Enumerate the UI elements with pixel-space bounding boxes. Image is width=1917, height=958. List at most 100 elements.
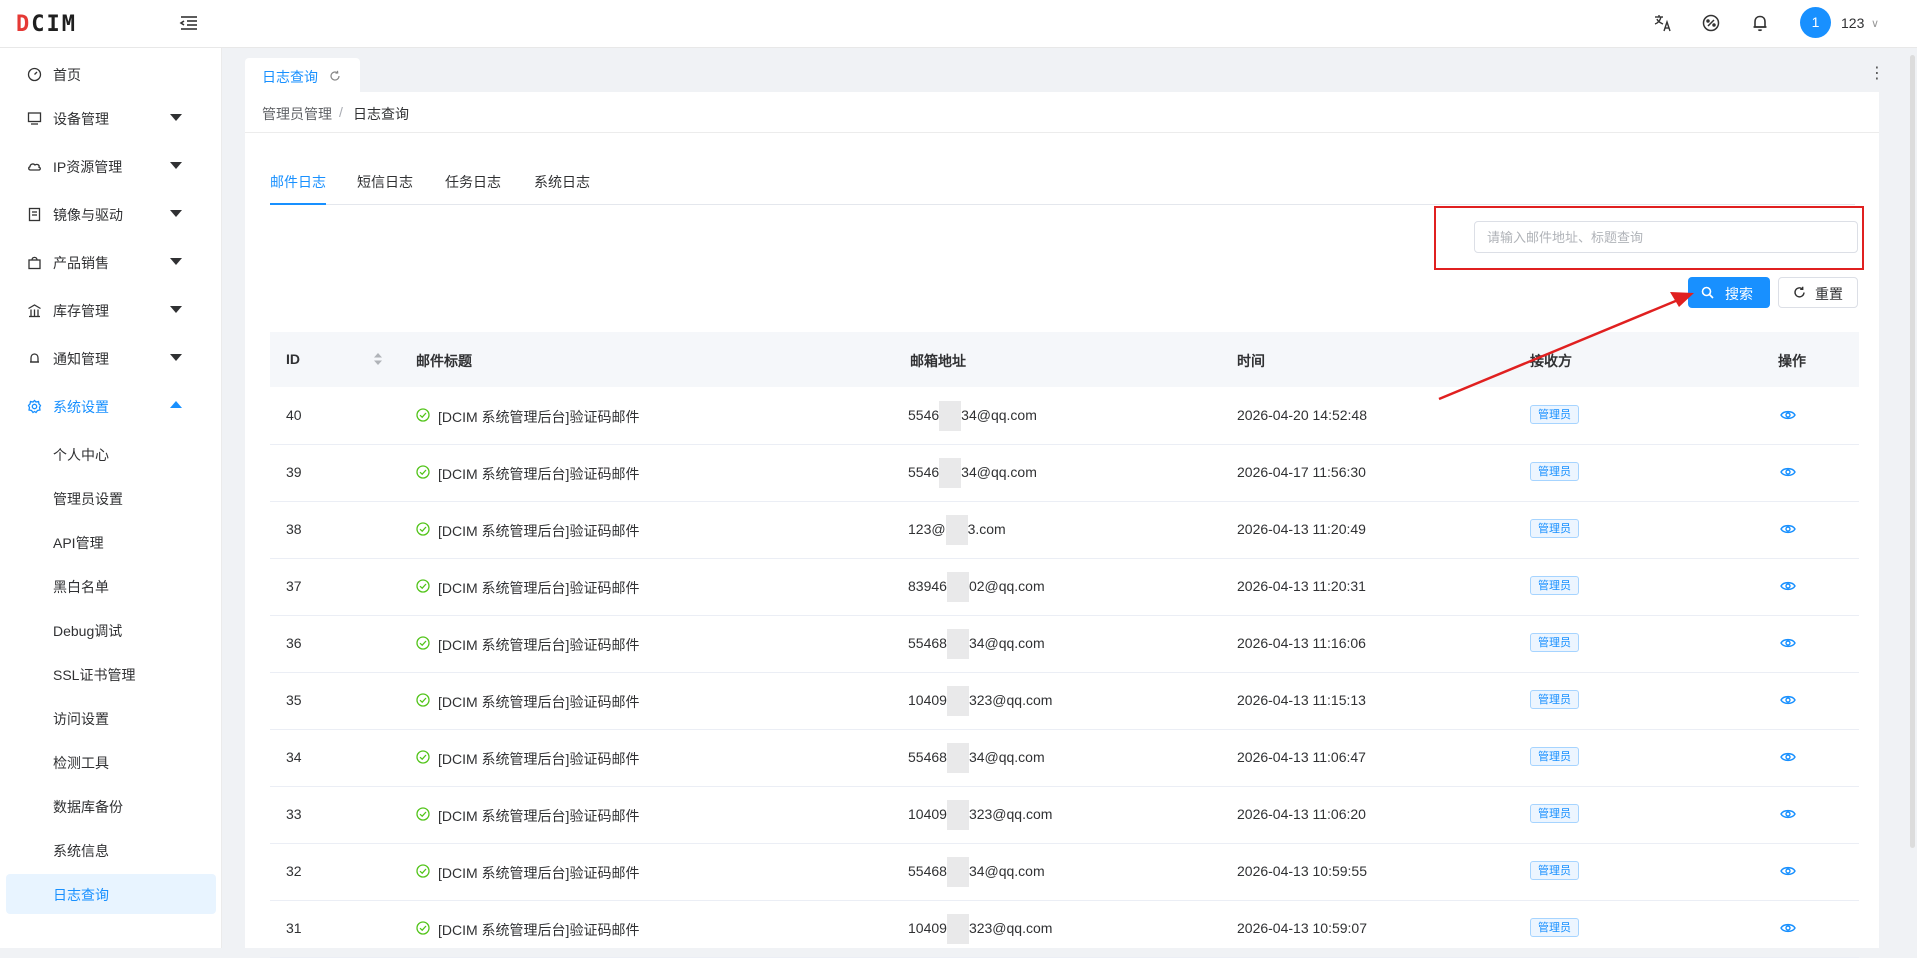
sidebar-item-label: 库存管理 bbox=[53, 303, 109, 319]
sidebar-subitem-ssl[interactable]: SSL证书管理 bbox=[0, 654, 221, 694]
eye-icon[interactable] bbox=[1780, 409, 1796, 421]
table-row: 40 [DCIM 系统管理后台]验证码邮件 5546 34@qq.com 2026-04… bbox=[270, 387, 1859, 445]
cell-title: [DCIM 系统管理后台]验证码邮件 bbox=[438, 637, 640, 653]
cell-time: 2026-04-13 11:20:31 bbox=[1237, 578, 1366, 594]
check-circle-icon bbox=[416, 636, 430, 650]
cell-time: 2026-04-13 11:06:47 bbox=[1237, 749, 1366, 765]
eye-icon[interactable] bbox=[1780, 808, 1796, 820]
sidebar-subitem-debug[interactable]: Debug调试 bbox=[0, 610, 221, 650]
eye-icon[interactable] bbox=[1780, 523, 1796, 535]
sidebar-item-inventory[interactable]: 库存管理 bbox=[0, 290, 221, 330]
eye-icon[interactable] bbox=[1780, 922, 1796, 934]
menu-collapse-icon[interactable] bbox=[178, 12, 200, 34]
shop-icon bbox=[28, 256, 41, 270]
sidebar-item-home[interactable]: 首页 bbox=[0, 54, 221, 94]
sidebar-subitem-log-query[interactable]: 日志查询 bbox=[6, 874, 216, 914]
sidebar-subitem-sysinfo[interactable]: 系统信息 bbox=[0, 830, 221, 870]
sort-icon[interactable] bbox=[373, 352, 383, 366]
sidebar-subitem-tools[interactable]: 检测工具 bbox=[0, 742, 221, 782]
theme-icon[interactable] bbox=[1700, 12, 1722, 34]
sidebar-subitem-admin-settings[interactable]: 管理员设置 bbox=[0, 478, 221, 518]
more-options-icon[interactable]: ⋮ bbox=[1869, 64, 1885, 84]
email-prefix: 55468 bbox=[908, 635, 947, 651]
reset-button[interactable]: 重置 bbox=[1778, 277, 1858, 308]
caret-down-icon bbox=[170, 306, 182, 313]
eye-icon[interactable] bbox=[1780, 637, 1796, 649]
bell-icon bbox=[30, 353, 39, 363]
search-icon bbox=[1701, 286, 1714, 299]
search-button[interactable]: 搜索 bbox=[1688, 277, 1770, 308]
cell-email: 55468 34@qq.com bbox=[908, 743, 1045, 774]
table-row: 38 [DCIM 系统管理后台]验证码邮件 123@ 3.com 2026-04-13 … bbox=[270, 501, 1859, 559]
avatar[interactable]: 1 bbox=[1800, 7, 1831, 38]
breadcrumb-parent[interactable]: 管理员管理 bbox=[262, 104, 332, 124]
tabs-divider bbox=[270, 204, 1855, 205]
breadcrumb: 管理员管理 / 日志查询 bbox=[245, 92, 1879, 133]
bell-icon[interactable] bbox=[1749, 12, 1771, 34]
tab-sms-log[interactable]: 短信日志 bbox=[357, 172, 413, 192]
cell-email: 10409 323@qq.com bbox=[908, 800, 1052, 831]
sidebar-subitem-access[interactable]: 访问设置 bbox=[0, 698, 221, 738]
cell-id: 40 bbox=[286, 407, 302, 423]
sidebar-subitem-label: Debug调试 bbox=[53, 623, 123, 639]
cell-time: 2026-04-13 11:20:49 bbox=[1237, 521, 1366, 537]
sidebar-subitem-profile[interactable]: 个人中心 bbox=[0, 434, 221, 474]
eye-icon[interactable] bbox=[1780, 751, 1796, 763]
cell-title: [DCIM 系统管理后台]验证码邮件 bbox=[438, 865, 640, 881]
username[interactable]: 123 bbox=[1841, 15, 1864, 31]
tab-task-log[interactable]: 任务日志 bbox=[445, 172, 501, 192]
redaction-mask bbox=[939, 458, 962, 489]
email-prefix: 10409 bbox=[908, 806, 947, 822]
refresh-icon[interactable] bbox=[329, 70, 341, 82]
email-suffix: 323@qq.com bbox=[968, 692, 1053, 708]
redaction-mask bbox=[946, 743, 969, 774]
page-tabs-bar: 日志查询 bbox=[245, 56, 1879, 92]
redaction-mask bbox=[946, 572, 969, 603]
eye-icon[interactable] bbox=[1780, 694, 1796, 706]
sidebar-subitem-backup[interactable]: 数据库备份 bbox=[0, 786, 221, 826]
email-prefix: 10409 bbox=[908, 692, 947, 708]
check-circle-icon bbox=[416, 579, 430, 593]
sidebar-item-ip[interactable]: IP资源管理 bbox=[0, 146, 221, 186]
table-row: 37 [DCIM 系统管理后台]验证码邮件 83946 02@qq.com 2026-0… bbox=[270, 558, 1859, 616]
page-tab-log-query[interactable]: 日志查询 bbox=[245, 58, 360, 92]
app-logo[interactable]: DCIM bbox=[16, 12, 77, 37]
column-header-actions: 操作 bbox=[1778, 353, 1806, 369]
breadcrumb-separator: / bbox=[339, 104, 343, 120]
cell-id: 39 bbox=[286, 464, 302, 480]
sidebar-item-system-settings[interactable]: 系统设置 bbox=[0, 386, 221, 426]
warehouse-icon bbox=[28, 304, 41, 318]
logo-mark: D bbox=[16, 12, 32, 37]
sidebar-item-devices[interactable]: 设备管理 bbox=[0, 98, 221, 138]
receiver-badge: 管理员 bbox=[1530, 690, 1579, 709]
sidebar-subitem-blacklist[interactable]: 黑白名单 bbox=[0, 566, 221, 606]
page-scrollbar[interactable] bbox=[1910, 55, 1915, 848]
chevron-down-icon[interactable]: ∨ bbox=[1871, 17, 1879, 30]
tab-email-log[interactable]: 邮件日志 bbox=[270, 172, 326, 192]
eye-icon[interactable] bbox=[1780, 865, 1796, 877]
cell-email: 123@ 3.com bbox=[908, 515, 1006, 546]
tab-system-log[interactable]: 系统日志 bbox=[534, 172, 590, 192]
table-row: 34 [DCIM 系统管理后台]验证码邮件 55468 34@qq.com 2026-0… bbox=[270, 729, 1859, 787]
sidebar-subitem-label: 访问设置 bbox=[53, 711, 109, 727]
search-input[interactable] bbox=[1474, 221, 1858, 253]
sidebar-subitem-label: SSL证书管理 bbox=[53, 667, 136, 683]
cell-title: [DCIM 系统管理后台]验证码邮件 bbox=[438, 922, 640, 938]
sidebar-subitem-api[interactable]: API管理 bbox=[0, 522, 221, 562]
email-prefix: 5546 bbox=[908, 464, 940, 480]
logo-text: CIM bbox=[31, 12, 77, 37]
sidebar-item-images[interactable]: 镜像与驱动 bbox=[0, 194, 221, 234]
sidebar-item-notifications[interactable]: 通知管理 bbox=[0, 338, 221, 378]
email-suffix: 34@qq.com bbox=[961, 464, 1037, 480]
eye-icon[interactable] bbox=[1780, 580, 1796, 592]
sidebar-subitem-label: 管理员设置 bbox=[53, 491, 123, 507]
breadcrumb-current: 日志查询 bbox=[353, 106, 409, 122]
translate-icon[interactable] bbox=[1652, 12, 1674, 34]
sidebar-item-sales[interactable]: 产品销售 bbox=[0, 242, 221, 282]
check-circle-icon bbox=[416, 693, 430, 707]
eye-icon[interactable] bbox=[1780, 466, 1796, 478]
sidebar-subitem-label: API管理 bbox=[53, 535, 104, 551]
column-header-id[interactable]: ID bbox=[286, 351, 300, 367]
sidebar-subitem-label: 个人中心 bbox=[53, 447, 109, 463]
caret-down-icon bbox=[170, 258, 182, 265]
